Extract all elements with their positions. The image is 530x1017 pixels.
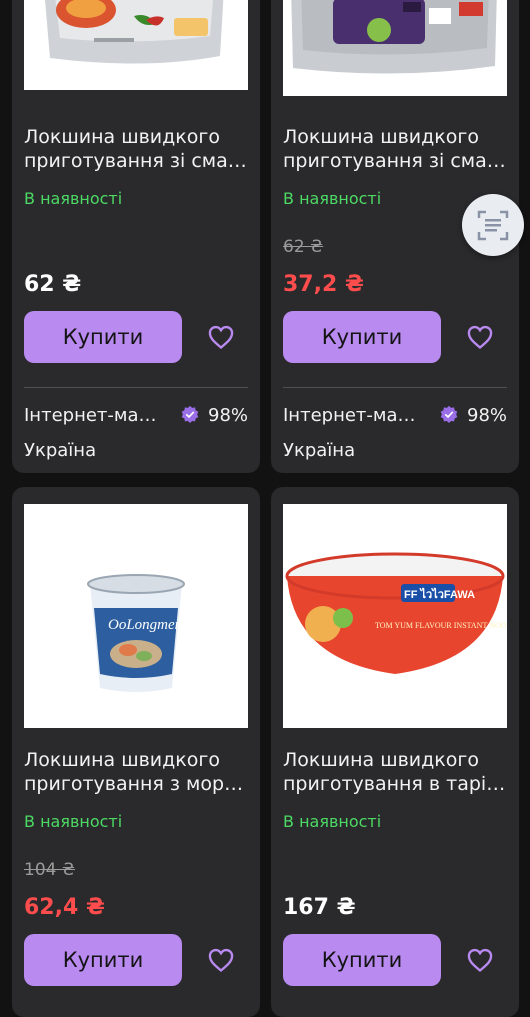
seller-rating: 98% (208, 405, 249, 426)
availability-status: В наявності (24, 812, 123, 831)
availability-status: В наявності (283, 189, 382, 208)
buy-button[interactable]: Купити (283, 934, 441, 986)
scan-icon (477, 210, 509, 241)
cup-brand-label: OoLongmen (108, 617, 182, 633)
heart-outline-icon[interactable] (466, 946, 494, 974)
product-title-line[interactable]: приготування з мор… (24, 772, 243, 796)
product-title-line[interactable]: Локшина швидкого (283, 125, 506, 149)
product-card[interactable]: OoLongmen Локшина швидкого приготування … (12, 487, 260, 1017)
product-price: 37,2 ₴ (283, 272, 364, 297)
seller-country: Україна (283, 440, 356, 461)
product-title-line[interactable]: приготування зі сма… (24, 149, 247, 173)
product-title-line[interactable]: приготування зі сма… (283, 149, 506, 173)
seller-name[interactable]: Інтернет-ма… (283, 405, 416, 426)
seller-rating: 98% (467, 405, 508, 426)
product-title-line[interactable]: Локшина швидкого (283, 748, 505, 772)
product-card[interactable]: FF ไวไวFAWA TOM YUM FLAVOUR INSTANT NOOD… (271, 487, 519, 1017)
heart-outline-icon[interactable] (207, 323, 235, 351)
verified-badge-icon (181, 405, 199, 423)
product-price: 62,4 ₴ (24, 895, 105, 920)
product-title[interactable]: Локшина швидкого приготування з мор… (24, 748, 243, 796)
product-title-line[interactable]: приготування в тарі… (283, 772, 505, 796)
product-title[interactable]: Локшина швидкого приготування в тарі… (283, 748, 505, 796)
buy-button[interactable]: Купити (283, 311, 441, 363)
buy-button[interactable]: Купити (24, 311, 182, 363)
availability-status: В наявності (283, 812, 382, 831)
old-price: 62 ₴ (283, 237, 324, 257)
bowl-brand-label: FF ไวไวFAWA (404, 587, 475, 601)
product-image[interactable] (24, 0, 248, 90)
old-price: 104 ₴ (24, 860, 76, 880)
heart-outline-icon[interactable] (207, 946, 235, 974)
seller-country: Україна (24, 440, 97, 461)
product-price: 167 ₴ (283, 895, 356, 920)
availability-status: В наявності (24, 189, 123, 208)
product-title-line[interactable]: Локшина швидкого (24, 748, 243, 772)
product-image[interactable] (283, 0, 507, 96)
product-title[interactable]: Локшина швидкого приготування зі сма… (24, 125, 247, 173)
buy-button[interactable]: Купити (24, 934, 182, 986)
bowl-flavor-label: TOM YUM FLAVOUR INSTANT NOODLES (375, 621, 507, 630)
verified-badge-icon (440, 405, 458, 423)
scan-button[interactable] (462, 194, 524, 256)
heart-outline-icon[interactable] (466, 323, 494, 351)
product-title[interactable]: Локшина швидкого приготування зі сма… (283, 125, 506, 173)
product-card[interactable]: Локшина швидкого приготування зі сма… В … (12, 0, 260, 473)
divider (283, 387, 507, 388)
product-title-line[interactable]: Локшина швидкого (24, 125, 247, 149)
product-price: 62 ₴ (24, 272, 82, 297)
seller-name[interactable]: Інтернет-ма… (24, 405, 157, 426)
product-image[interactable]: OoLongmen (24, 504, 248, 728)
divider (24, 387, 248, 388)
product-image[interactable]: FF ไวไวFAWA TOM YUM FLAVOUR INSTANT NOOD… (283, 504, 519, 728)
